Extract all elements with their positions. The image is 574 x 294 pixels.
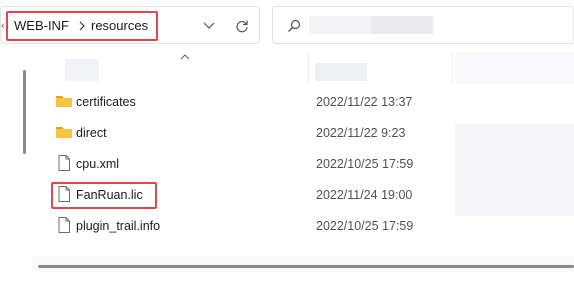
file-date: 2022/11/22 13:37 (316, 95, 413, 109)
file-row-certificates[interactable]: certificates 2022/11/22 13:37 (40, 88, 450, 116)
horizontal-scrollbar[interactable] (32, 256, 574, 272)
file-name: FanRuan.lic (76, 188, 143, 202)
column-header-name[interactable] (65, 59, 99, 81)
document-icon (58, 155, 70, 171)
vertical-scrollbar-thumb[interactable] (23, 70, 26, 154)
folder-icon (56, 96, 72, 107)
address-bar[interactable]: ‹ WEB-INF resources (0, 6, 260, 44)
file-date: 2022/10/25 17:59 (316, 157, 414, 171)
column-divider[interactable] (452, 52, 453, 84)
file-name: cpu.xml (76, 157, 120, 171)
file-name: direct (76, 126, 107, 140)
column-divider[interactable] (308, 52, 309, 84)
file-row-cpu-xml[interactable]: cpu.xml 2022/10/25 17:59 (40, 150, 450, 178)
column-type-cells (455, 124, 574, 216)
horizontal-scrollbar-thumb[interactable] (38, 265, 574, 268)
chevron-down-icon[interactable] (203, 22, 215, 30)
search-box[interactable] (272, 6, 574, 44)
column-header-type[interactable] (455, 52, 574, 84)
folder-icon (56, 127, 72, 138)
file-name: certificates (76, 95, 136, 109)
search-icon (288, 19, 301, 32)
search-input-blur (371, 16, 433, 34)
document-icon (58, 217, 70, 233)
file-date: 2022/11/24 19:00 (316, 188, 413, 202)
column-header-date-modified[interactable] (315, 63, 367, 81)
breadcrumb-item-web-inf[interactable]: WEB-INF (14, 18, 69, 33)
chevron-right-icon[interactable] (77, 20, 87, 32)
search-input[interactable] (309, 16, 371, 34)
file-row-direct[interactable]: direct 2022/11/22 9:23 (40, 119, 450, 147)
file-name: plugin_trail.info (76, 219, 161, 233)
breadcrumb-item-resources[interactable]: resources (91, 18, 148, 33)
file-row-fanruan-lic[interactable]: FanRuan.lic 2022/11/24 19:00 (40, 181, 450, 209)
file-date: 2022/11/22 9:23 (316, 126, 406, 140)
file-date: 2022/10/25 17:59 (316, 219, 414, 233)
sort-ascending-icon (180, 54, 190, 60)
document-icon (58, 186, 70, 202)
refresh-icon[interactable] (235, 19, 249, 33)
file-row-plugin-trail-info[interactable]: plugin_trail.info 2022/10/25 17:59 (40, 212, 450, 240)
